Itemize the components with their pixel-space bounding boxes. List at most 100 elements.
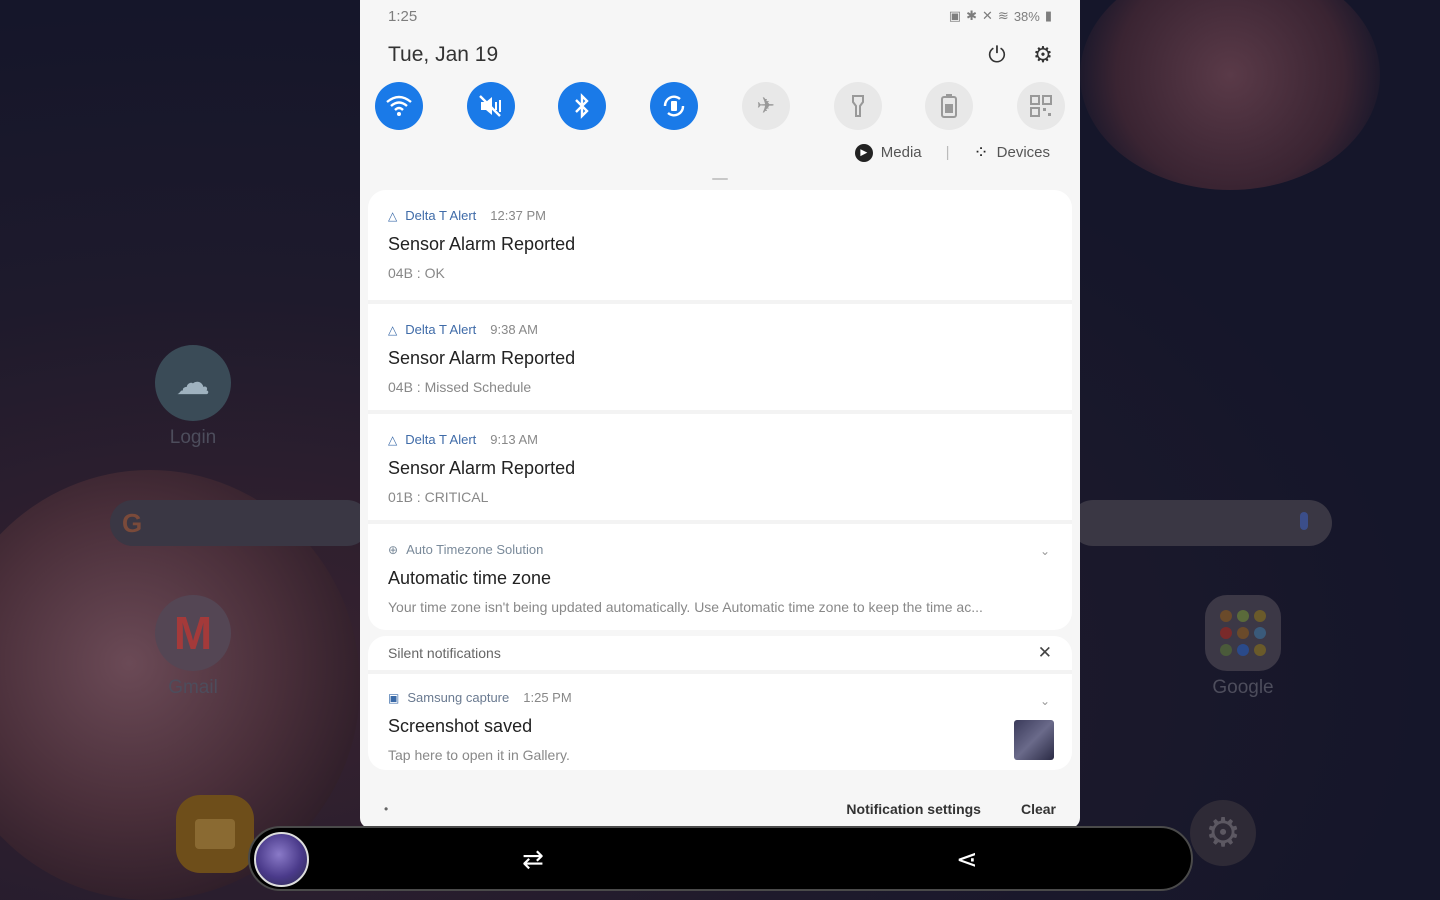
overflow-dot-icon: • [384,802,389,816]
app-gmail[interactable]: M Gmail [155,595,231,699]
image-icon: ▣ [388,690,400,705]
flashlight-toggle[interactable] [833,82,882,130]
devices-grid-icon: ⁘ [973,142,989,162]
notification-title: Sensor Alarm Reported [388,348,576,368]
airplane-icon: ✈ [756,93,776,118]
delta-t-alert-icon: △ [388,432,398,447]
silent-notifications-group: Silent notifications ✕ ▣ Samsung capture… [368,636,1072,770]
app-name: Delta T Alert [405,322,477,337]
delta-t-notification-group: △ Delta T Alert 12:37 PM Sensor Alarm Re… [368,190,1072,630]
qr-scanner-toggle[interactable] [1016,82,1065,130]
google-folder-icon [1205,595,1281,671]
status-bar: 1:25 ▣ ✱ ✕ ≋ 38% ▮ [388,6,1052,26]
app-name: Delta T Alert [405,208,477,223]
wifi-icon [386,95,412,116]
battery-saver-icon [941,94,958,118]
delta-t-alert-icon: △ [388,322,398,337]
notification-body: 04B : Missed Schedule [388,379,532,395]
google-search-bar[interactable] [1070,500,1332,546]
notification-item[interactable]: ⊕ Auto Timezone Solution ⌄ Automatic tim… [368,520,1072,630]
status-time: 1:25 [388,7,418,25]
delta-t-alert-icon: △ [388,208,398,223]
notification-item[interactable]: ▣ Samsung capture 1:25 PM ⌄ Screenshot s… [368,674,1072,770]
screenshot-preview-thumbnail[interactable] [254,832,309,887]
nfc-icon: ▣ [948,8,962,23]
media-button[interactable]: ▶ Media [854,143,922,162]
app-label: Google [1212,677,1274,698]
battery-text: 38% [1013,8,1040,24]
silent-header: Silent notifications ✕ [368,636,1072,674]
header-row: Tue, Jan 19 ⏻ ⚙ [388,40,1056,70]
wifi-toggle[interactable] [375,82,423,130]
notification-item[interactable]: △ Delta T Alert 9:38 AM Sensor Alarm Rep… [368,300,1072,410]
notification-body: 04B : OK [388,265,445,281]
mute-icon: ✕ [982,8,993,23]
clear-button[interactable]: Clear [1021,801,1056,817]
gmail-app-icon: M [155,595,231,671]
app-name: Delta T Alert [405,432,477,447]
date-text: Tue, Jan 19 [388,43,499,66]
settings-app-icon[interactable]: ⚙ [1190,800,1256,866]
auto-rotate-toggle[interactable] [650,82,699,130]
panel-footer: • Notification settings Clear [360,790,1080,828]
app-label: Gmail [168,677,218,698]
notification-time: 9:38 AM [490,322,538,337]
gear-icon[interactable]: ⚙ [1030,42,1056,68]
media-devices-row: ▶ Media | ⁘ Devices [854,142,1050,163]
app-name: Auto Timezone Solution [406,542,544,557]
notification-body: Tap here to open it in Gallery. [388,747,570,763]
app-login[interactable]: ☁ Login [155,345,231,449]
power-saving-toggle[interactable] [925,82,974,130]
notification-item[interactable]: △ Delta T Alert 12:37 PM Sensor Alarm Re… [368,190,1072,300]
silent-notifications-label: Silent notifications [388,645,501,661]
play-icon: ▶ [854,143,873,162]
battery-icon: ▮ [1044,8,1052,23]
divider: | [945,144,950,161]
notification-panel: 1:25 ▣ ✱ ✕ ≋ 38% ▮ Tue, Jan 19 ⏻ ⚙ ✈ ▶ M… [360,0,1080,828]
auto-rotate-icon [663,95,685,117]
chevron-down-icon[interactable]: ⌄ [1040,544,1050,558]
login-app-icon: ☁ [155,345,231,421]
notification-body: 01B : CRITICAL [388,489,489,505]
notification-title: Screenshot saved [388,716,533,736]
wifi-icon: ≋ [997,8,1009,23]
scroll-capture-icon[interactable]: ⇄ [522,844,544,875]
notification-body: Your time zone isn't being updated autom… [388,599,983,615]
app-name: Samsung capture [407,690,510,705]
flashlight-icon [851,95,864,117]
sound-mode-toggle[interactable] [466,82,515,130]
notification-settings-button[interactable]: Notification settings [846,801,981,817]
wallpaper-blob [1080,0,1380,190]
power-icon[interactable]: ⏻ [984,42,1010,68]
devices-button[interactable]: ⁘ Devices [974,142,1050,163]
quick-settings-row: ✈ [375,82,1065,130]
notification-title: Automatic time zone [388,568,552,588]
capture-toolbar: ⇄ ⋖ [248,826,1193,891]
globe-icon: ⊕ [388,542,399,557]
panel-drag-handle[interactable] [712,178,728,180]
app-folder-google[interactable]: Google [1205,595,1281,699]
chevron-down-icon[interactable]: ⌄ [1040,694,1050,708]
notification-time: 1:25 PM [523,690,572,705]
my-files-app-icon[interactable] [176,795,254,873]
share-icon[interactable]: ⋖ [956,844,978,875]
qr-code-icon [1029,95,1052,117]
media-label: Media [880,144,922,161]
notification-time: 12:37 PM [490,208,546,223]
notification-time: 9:13 AM [490,432,538,447]
notification-title: Sensor Alarm Reported [388,458,576,478]
app-label: Login [169,427,217,448]
mic-icon[interactable] [1300,512,1308,530]
bluetooth-icon [575,93,590,119]
google-search-bar[interactable] [110,500,370,546]
notification-title: Sensor Alarm Reported [388,234,576,254]
notification-item[interactable]: △ Delta T Alert 9:13 AM Sensor Alarm Rep… [368,410,1072,520]
bluetooth-icon: ✱ [966,8,977,23]
screenshot-thumbnail [1014,720,1054,760]
airplane-mode-toggle[interactable]: ✈ [741,82,790,130]
bluetooth-toggle[interactable] [558,82,607,130]
mute-icon [478,95,501,117]
devices-label: Devices [996,144,1050,161]
status-icons: ▣ ✱ ✕ ≋ 38% ▮ [949,8,1052,24]
close-icon[interactable]: ✕ [1038,643,1052,663]
